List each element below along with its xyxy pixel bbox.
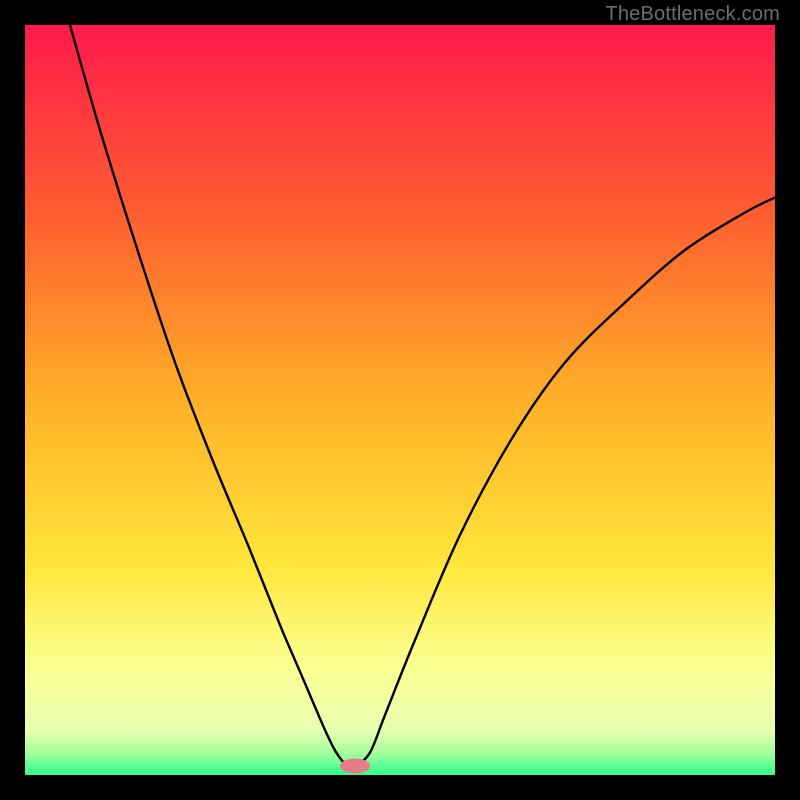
gradient-background	[25, 25, 775, 775]
minimum-marker	[340, 759, 370, 774]
watermark-label: TheBottleneck.com	[605, 3, 780, 26]
bottleneck-chart	[25, 25, 775, 775]
outer-frame: TheBottleneck.com	[0, 0, 800, 800]
chart-area	[25, 25, 775, 775]
